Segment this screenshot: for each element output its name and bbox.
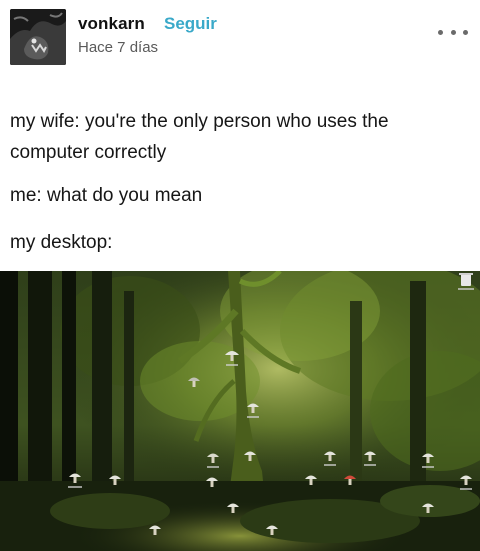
post-text-line: my desktop: xyxy=(10,232,113,253)
mushroom-icon[interactable] xyxy=(207,453,219,469)
mushroom-icon[interactable] xyxy=(344,475,356,486)
mushroom-icon[interactable] xyxy=(422,503,434,514)
mushroom-icon[interactable] xyxy=(422,453,434,469)
recycle-bin-icon[interactable] xyxy=(458,273,474,290)
mushroom-icon[interactable] xyxy=(247,403,259,419)
ellipsis-dot xyxy=(450,29,456,35)
desktop-icons xyxy=(68,273,474,536)
mushroom-icon[interactable] xyxy=(324,451,336,467)
mushroom-icon[interactable] xyxy=(364,451,376,467)
ellipsis-icon[interactable] xyxy=(438,22,468,42)
mushroom-icon[interactable] xyxy=(68,473,82,489)
username[interactable]: vonkarn xyxy=(78,14,145,34)
mushroom-icon[interactable] xyxy=(266,525,278,536)
post-text-line: my wife: you're the only person who uses… xyxy=(10,111,389,163)
mushroom-icon[interactable] xyxy=(206,477,218,488)
follow-button[interactable]: Seguir xyxy=(164,14,217,34)
mushroom-icon[interactable] xyxy=(149,525,161,536)
mushroom-icon[interactable] xyxy=(305,475,317,486)
ellipsis-dot xyxy=(463,29,468,35)
post-text-line: me: what do you mean xyxy=(10,185,203,206)
post-header: vonkarn Seguir Hace 7 días xyxy=(0,0,480,76)
mushroom-icon[interactable] xyxy=(109,475,121,486)
mushroom-icon[interactable] xyxy=(244,451,256,462)
avatar[interactable] xyxy=(10,9,66,65)
desktop-screenshot[interactable] xyxy=(0,271,480,551)
ellipsis-dot xyxy=(438,29,443,35)
avatar-image xyxy=(10,9,66,65)
mushroom-icon[interactable] xyxy=(225,351,239,366)
post-timestamp: Hace 7 días xyxy=(78,39,159,56)
mushroom-icon[interactable] xyxy=(227,503,239,514)
mushroom-icon[interactable] xyxy=(188,377,200,388)
mushroom-icon[interactable] xyxy=(460,475,472,491)
